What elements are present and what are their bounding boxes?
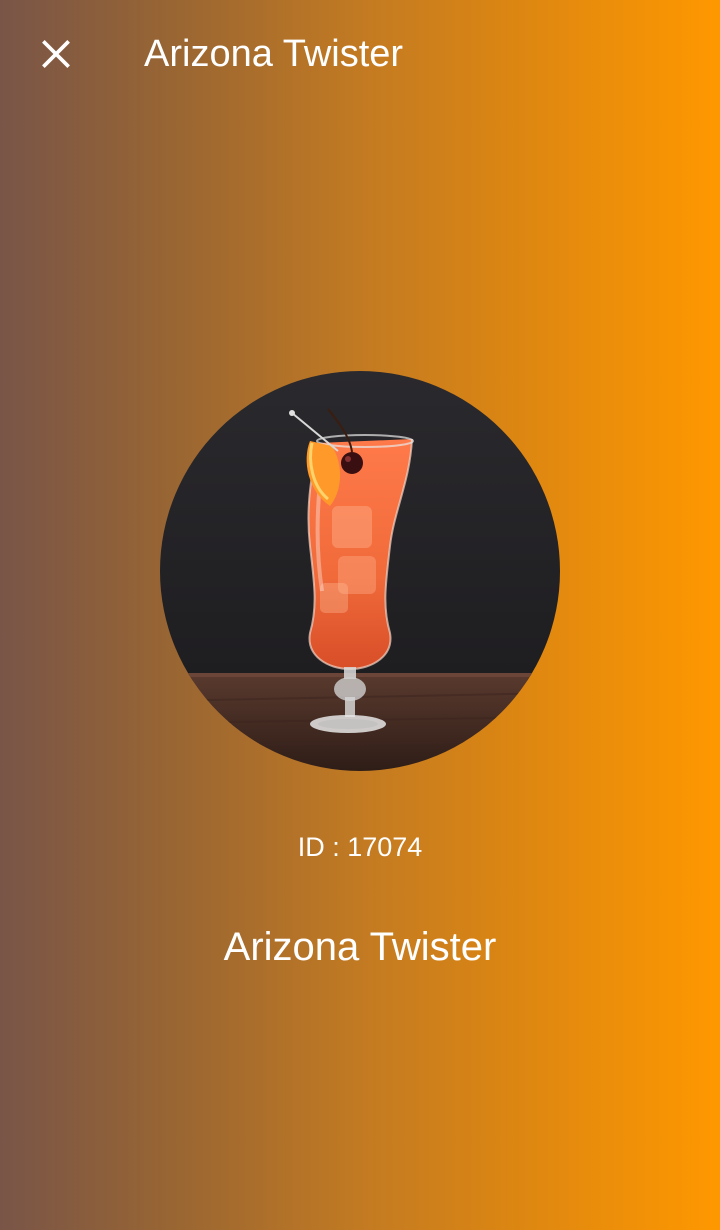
close-icon — [42, 40, 70, 68]
app-bar: Arizona Twister — [0, 0, 720, 112]
drink-id: ID : 17074 — [297, 832, 423, 862]
page-title: Arizona Twister — [144, 33, 404, 75]
cocktail-image — [160, 371, 560, 771]
drink-name: Arizona Twister — [223, 925, 497, 969]
cocktail-photo-icon — [160, 371, 560, 771]
close-button[interactable] — [24, 22, 88, 86]
